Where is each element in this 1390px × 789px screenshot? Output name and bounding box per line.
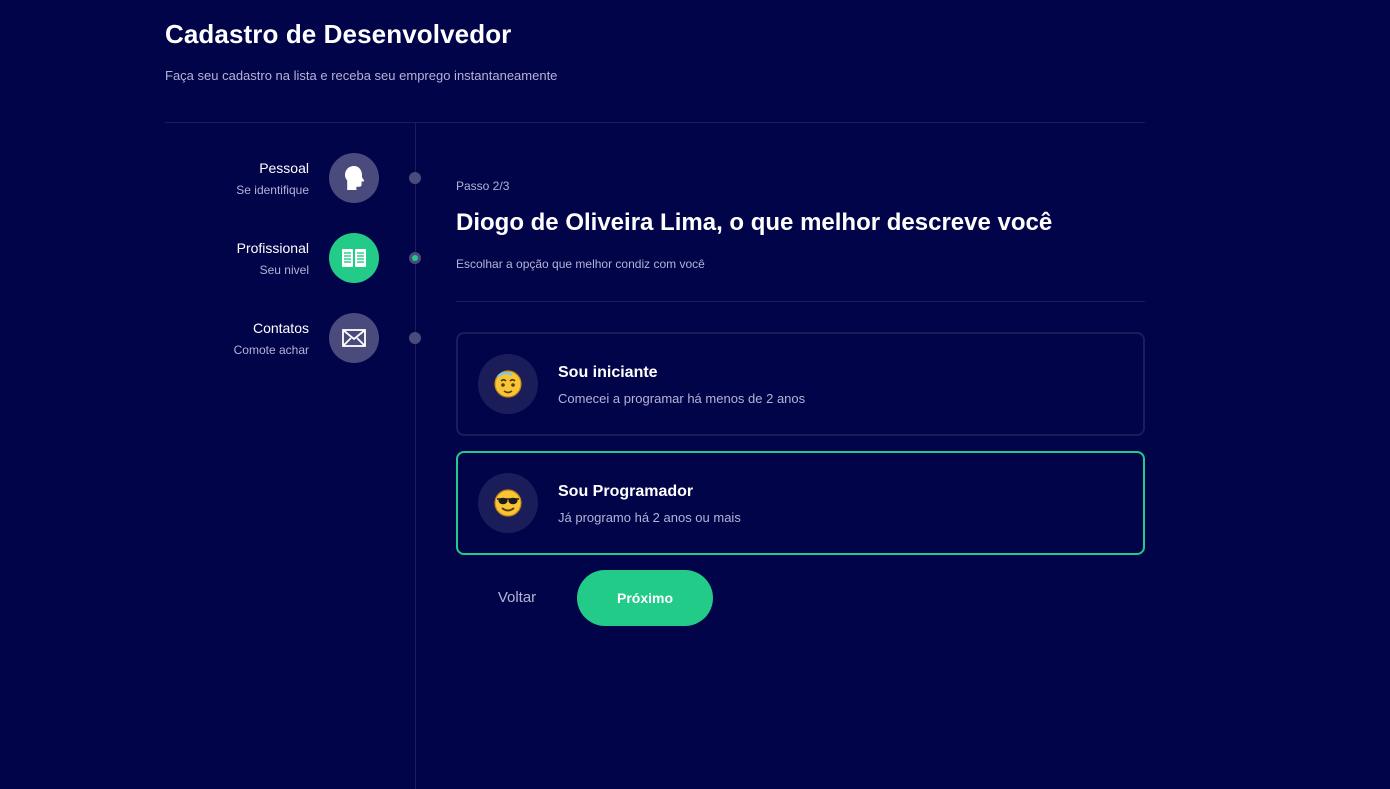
step-subtitle: Comote achar <box>233 343 309 357</box>
step-title: Contatos <box>252 320 309 336</box>
step-title: Profissional <box>236 240 309 256</box>
book-icon <box>342 249 366 267</box>
question-hint: Escolhar a opção que melhor condiz com v… <box>456 257 705 271</box>
option-emoji-circle <box>478 354 538 414</box>
page-header: Cadastro de Desenvolvedor Faça seu cadas… <box>165 18 1145 83</box>
dizzy-face-emoji-icon <box>494 370 522 398</box>
back-button[interactable]: Voltar <box>478 575 556 619</box>
mail-icon <box>342 329 366 347</box>
option-programador[interactable]: Sou Programador Já programo há 2 anos ou… <box>456 451 1145 555</box>
option-iniciante[interactable]: Sou iniciante Comecei a programar há men… <box>456 332 1145 436</box>
content-divider <box>456 301 1145 302</box>
step-subtitle: Se identifique <box>236 183 309 197</box>
page-subtitle: Faça seu cadastro na lista e receba seu … <box>165 68 558 83</box>
step-pessoal[interactable]: Pessoal Se identifique <box>165 153 421 203</box>
step-dot <box>409 332 421 344</box>
option-emoji-circle <box>478 473 538 533</box>
step-icon-circle <box>329 233 379 283</box>
step-title: Pessoal <box>259 160 309 176</box>
header-divider <box>165 122 1145 123</box>
sidebar-divider <box>415 123 416 789</box>
step-profissional[interactable]: Profissional Seu nivel <box>165 233 421 283</box>
page-title: Cadastro de Desenvolvedor <box>165 19 512 49</box>
step-subtitle: Seu nivel <box>259 263 309 277</box>
step-icon-circle <box>329 313 379 363</box>
signup-page: Cadastro de Desenvolvedor Faça seu cadas… <box>0 0 1390 789</box>
step-contatos[interactable]: Contatos Comote achar <box>165 313 421 363</box>
person-head-icon <box>345 166 365 190</box>
step-dot <box>409 172 421 184</box>
option-title: Sou Programador <box>558 482 694 500</box>
question-title: Diogo de Oliveira Lima, o que melhor des… <box>456 209 1053 236</box>
option-title: Sou iniciante <box>558 363 658 381</box>
next-button[interactable]: Próximo <box>577 570 713 626</box>
step-icon-circle <box>329 153 379 203</box>
step-dot <box>409 252 421 264</box>
option-description: Comecei a programar há menos de 2 anos <box>558 390 806 406</box>
step-counter: Passo 2/3 <box>456 179 510 193</box>
sunglasses-face-emoji-icon <box>494 489 522 517</box>
option-description: Já programo há 2 anos ou mais <box>558 509 741 525</box>
